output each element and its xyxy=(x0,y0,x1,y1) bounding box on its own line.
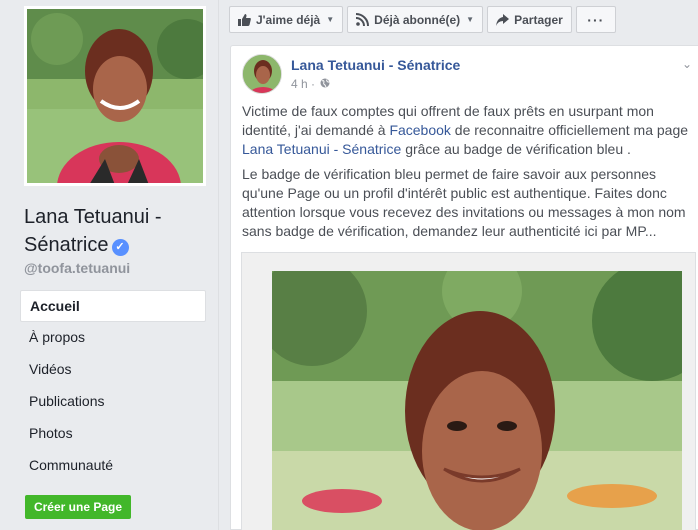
page-action-bar: J'aime déjà ▼ Déjà abonné(e) ▼ Partager … xyxy=(229,6,620,34)
nav-item-accueil[interactable]: Accueil xyxy=(20,290,206,322)
facebook-link[interactable]: Facebook xyxy=(389,122,450,138)
nav-item-communaute[interactable]: Communauté xyxy=(20,450,206,482)
share-arrow-icon xyxy=(496,13,510,26)
post-time[interactable]: 4 h · xyxy=(291,77,315,91)
nav-item-a-propos[interactable]: À propos xyxy=(20,322,206,354)
post-text: Victime de faux comptes qui offrent de f… xyxy=(242,102,692,247)
nav-item-videos[interactable]: Vidéos xyxy=(20,354,206,386)
page-title-line2: Sénatrice xyxy=(24,234,109,256)
left-column: Lana Tetuanui - Sénatrice ✓ @toofa.tetuan… xyxy=(0,0,218,530)
like-page-label: J'aime déjà xyxy=(256,12,321,27)
more-options-button[interactable]: ··· xyxy=(575,6,616,33)
post-options-chevron-icon[interactable]: ⌄ xyxy=(682,57,692,71)
globe-icon xyxy=(320,77,330,91)
share-page-button[interactable]: Partager xyxy=(487,6,572,33)
post-timestamp: 4 h · xyxy=(291,77,330,91)
page-mention-link[interactable]: Lana Tetuanui - Sénatrice xyxy=(242,141,401,157)
avatar-image xyxy=(243,55,281,93)
post-author-name[interactable]: Lana Tetuanui - Sénatrice xyxy=(291,57,460,73)
post-paragraph-1: Victime de faux comptes qui offrent de f… xyxy=(242,102,692,159)
page-handle[interactable]: @toofa.tetuanui xyxy=(24,260,130,276)
rss-icon xyxy=(356,13,370,26)
chevron-down-icon: ▼ xyxy=(326,15,335,24)
post-photo-image xyxy=(272,271,682,530)
share-page-label: Partager xyxy=(514,12,563,27)
nav-item-photos[interactable]: Photos xyxy=(20,418,206,450)
post-photo[interactable] xyxy=(241,252,696,530)
post-author-avatar[interactable] xyxy=(242,54,282,94)
post-card: Lana Tetuanui - Sénatrice 4 h · ⌄ Victim… xyxy=(230,45,698,530)
post-text-segment: de reconnaitre officiellement ma page xyxy=(450,122,689,138)
like-page-button[interactable]: J'aime déjà ▼ xyxy=(229,6,344,33)
thumbs-up-icon xyxy=(238,13,251,26)
profile-picture[interactable] xyxy=(24,6,206,186)
page-title: Lana Tetuanui - Sénatrice ✓ xyxy=(24,203,214,259)
post-text-segment: grâce au badge de vérification bleu . xyxy=(401,141,631,157)
create-page-button[interactable]: Créer une Page xyxy=(25,495,131,519)
post-paragraph-2: Le badge de vérification bleu permet de … xyxy=(242,166,686,239)
page-title-line1: Lana Tetuanui - xyxy=(24,206,162,228)
nav-item-publications[interactable]: Publications xyxy=(20,386,206,418)
profile-photo-image xyxy=(27,9,203,183)
page-nav: Accueil À propos Vidéos Publications Pho… xyxy=(20,290,206,482)
column-divider xyxy=(218,0,219,530)
verified-badge-icon: ✓ xyxy=(111,239,129,256)
follow-page-label: Déjà abonné(e) xyxy=(374,12,461,27)
follow-page-button[interactable]: Déjà abonné(e) ▼ xyxy=(347,6,484,33)
chevron-down-icon: ▼ xyxy=(466,15,475,24)
